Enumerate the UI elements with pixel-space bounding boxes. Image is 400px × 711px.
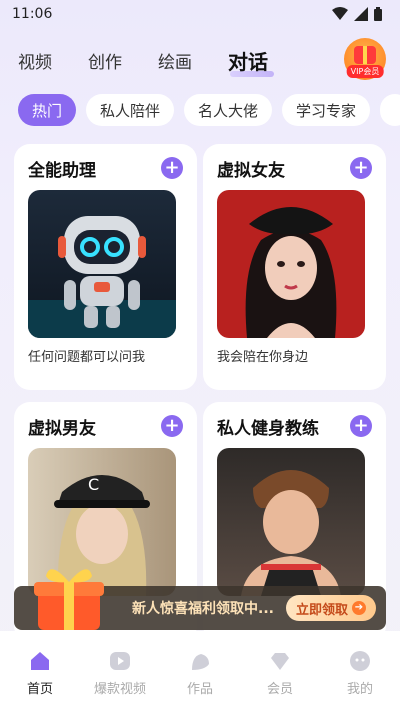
works-icon: [192, 653, 209, 670]
play-icon: [110, 651, 130, 670]
add-icon[interactable]: +: [161, 157, 183, 179]
bottom-nav: 首页 爆款视频 作品 会员 我的: [0, 631, 400, 711]
card-title: 私人健身教练: [217, 418, 319, 439]
card-title: 虚拟男友: [28, 418, 96, 439]
status-time: 11:06: [12, 6, 53, 22]
top-tabs: 视频 创作 绘画 对话: [0, 40, 400, 80]
status-icons: [332, 7, 382, 21]
nav-works[interactable]: 作品: [165, 650, 235, 697]
add-icon[interactable]: +: [350, 415, 372, 437]
gift-icon: [354, 46, 376, 64]
home-icon: [31, 651, 49, 670]
nav-vip[interactable]: 会员: [245, 650, 315, 697]
nav-home[interactable]: 首页: [5, 650, 75, 697]
card-title: 虚拟女友: [217, 160, 285, 181]
tab-draw[interactable]: 绘画: [158, 48, 192, 73]
card-subtitle: 任何问题都可以问我: [28, 350, 146, 365]
chip-companion[interactable]: 私人陪伴: [86, 94, 175, 126]
claim-button[interactable]: 立即领取 ➔: [285, 595, 376, 621]
arrow-right-icon: ➔: [352, 601, 366, 615]
signal-icon: [354, 7, 368, 21]
battery-icon: [374, 7, 382, 21]
nav-profile[interactable]: 我的: [325, 650, 395, 697]
nav-label: 首页: [26, 681, 53, 697]
diamond-icon: [271, 652, 289, 670]
vip-button[interactable]: VIP会员: [344, 38, 386, 80]
chip-more[interactable]: [380, 94, 400, 126]
chip-hot[interactable]: 热门: [18, 94, 77, 126]
robot-image: [28, 190, 176, 338]
svg-text:C: C: [88, 475, 99, 494]
chip-study[interactable]: 学习专家: [282, 94, 371, 126]
tab-chat[interactable]: 对话: [228, 46, 274, 77]
nav-label: 会员: [266, 681, 293, 697]
card-subtitle: 我会陪在你身边: [217, 350, 309, 365]
card-title: 全能助理: [28, 160, 96, 181]
card-assistant[interactable]: 全能助理 + 任何问题都可以问我: [14, 144, 197, 390]
vip-label: VIP会员: [346, 65, 384, 78]
nav-label: 作品: [186, 681, 213, 697]
add-icon[interactable]: +: [350, 157, 372, 179]
nav-label: 爆款视频: [93, 681, 146, 697]
fitness-coach-image: [217, 448, 365, 596]
category-chips: 热门 私人陪伴 名人大佬 学习专家: [18, 94, 400, 128]
profile-icon: [350, 650, 370, 671]
status-bar: 11:06: [0, 0, 400, 28]
add-icon[interactable]: +: [161, 415, 183, 437]
nav-videos[interactable]: 爆款视频: [85, 650, 155, 697]
gift-icon: [34, 569, 104, 630]
card-girlfriend[interactable]: 虚拟女友 + 我会陪在你身边: [203, 144, 386, 390]
tab-create[interactable]: 创作: [88, 48, 122, 73]
tab-video[interactable]: 视频: [18, 48, 52, 73]
chip-celebrity[interactable]: 名人大佬: [184, 94, 273, 126]
wifi-icon: [332, 7, 348, 20]
girlfriend-image: [217, 190, 365, 338]
nav-label: 我的: [346, 681, 373, 697]
claim-button-label: 立即领取: [295, 602, 348, 618]
promo-text: 新人惊喜福利领取中...: [132, 601, 274, 617]
